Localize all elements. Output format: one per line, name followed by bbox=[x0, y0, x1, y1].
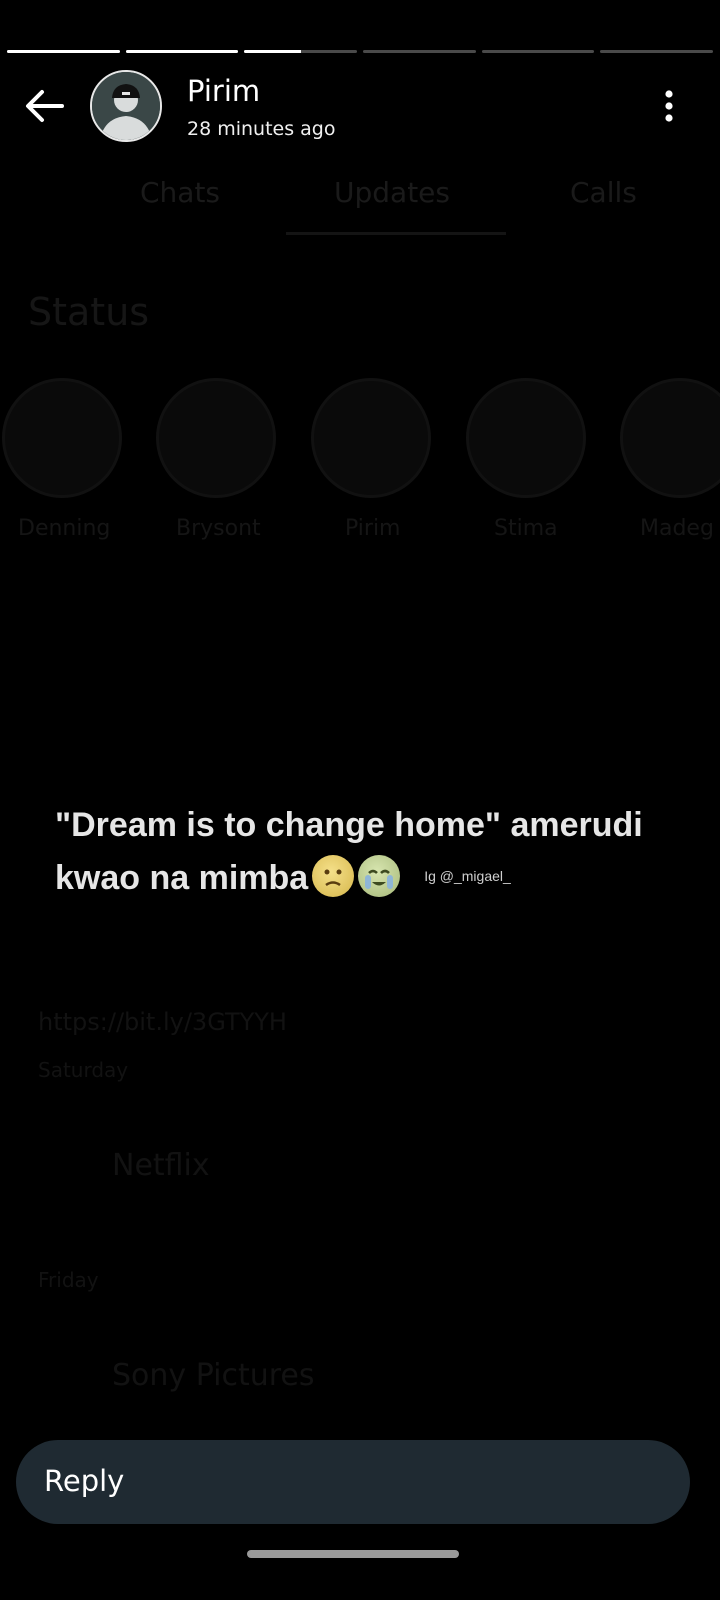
caption-line-2: kwao na mimba bbox=[55, 859, 309, 897]
ghost-status-title: Status bbox=[28, 290, 150, 334]
ghost-link: https://bit.ly/3GTYYH bbox=[38, 1008, 287, 1036]
ghost-status-name: Denning bbox=[18, 516, 111, 541]
worried-face-icon bbox=[312, 855, 355, 897]
reply-label: Reply bbox=[44, 1464, 125, 1498]
ghost-channel-1-day: Friday bbox=[38, 1268, 99, 1292]
ghost-status-name: Madeg bbox=[640, 516, 714, 541]
progress-segment bbox=[125, 50, 239, 53]
avatar[interactable] bbox=[90, 70, 162, 142]
progress-segment bbox=[481, 50, 595, 53]
ghost-channel-2: Sony Pictures bbox=[112, 1358, 315, 1393]
ghost-status-avatar bbox=[620, 378, 720, 498]
ghost-tab-calls: Calls bbox=[570, 176, 637, 209]
progress-segment bbox=[600, 50, 714, 53]
reply-button[interactable]: Reply bbox=[16, 1440, 690, 1524]
ghost-channel-1: Netflix bbox=[112, 1148, 210, 1183]
ghost-tab-underline bbox=[286, 232, 506, 235]
ghost-link-day: Saturday bbox=[38, 1058, 129, 1082]
arrow-left-icon bbox=[26, 90, 64, 122]
home-indicator[interactable] bbox=[247, 1550, 459, 1558]
status-progress bbox=[7, 50, 714, 54]
status-timestamp: 28 minutes ago bbox=[187, 118, 336, 140]
ghost-tab-chats: Chats bbox=[140, 176, 221, 209]
ghost-status-avatar bbox=[156, 378, 276, 498]
back-button[interactable] bbox=[22, 86, 66, 126]
contact-name: Pirim bbox=[187, 74, 261, 108]
status-caption: "Dream is to change home" amerudi kwao n… bbox=[55, 800, 695, 904]
ghost-status-avatar bbox=[311, 378, 431, 498]
watermark: Ig @_migael_ bbox=[424, 868, 511, 884]
ghost-status-name: Pirim bbox=[345, 516, 401, 541]
more-vert-icon bbox=[665, 90, 673, 122]
progress-segment bbox=[363, 50, 476, 53]
ghost-tab-updates: Updates bbox=[334, 176, 450, 209]
more-options-button[interactable] bbox=[664, 86, 674, 126]
user-avatar-icon bbox=[92, 72, 160, 140]
ghost-status-avatar bbox=[2, 378, 122, 498]
crying-face-icon bbox=[358, 855, 401, 897]
progress-segment bbox=[244, 50, 358, 53]
caption-line-2-row: kwao na mimba Ig @_migael_ bbox=[55, 851, 695, 904]
status-header: Pirim 28 minutes ago bbox=[0, 68, 720, 144]
caption-line-1: "Dream is to change home" amerudi bbox=[55, 806, 643, 844]
ghost-status-name: Stima bbox=[494, 516, 558, 541]
progress-segment bbox=[7, 50, 120, 53]
ghost-status-avatar bbox=[466, 378, 586, 498]
ghost-status-name: Brysont bbox=[176, 516, 261, 541]
